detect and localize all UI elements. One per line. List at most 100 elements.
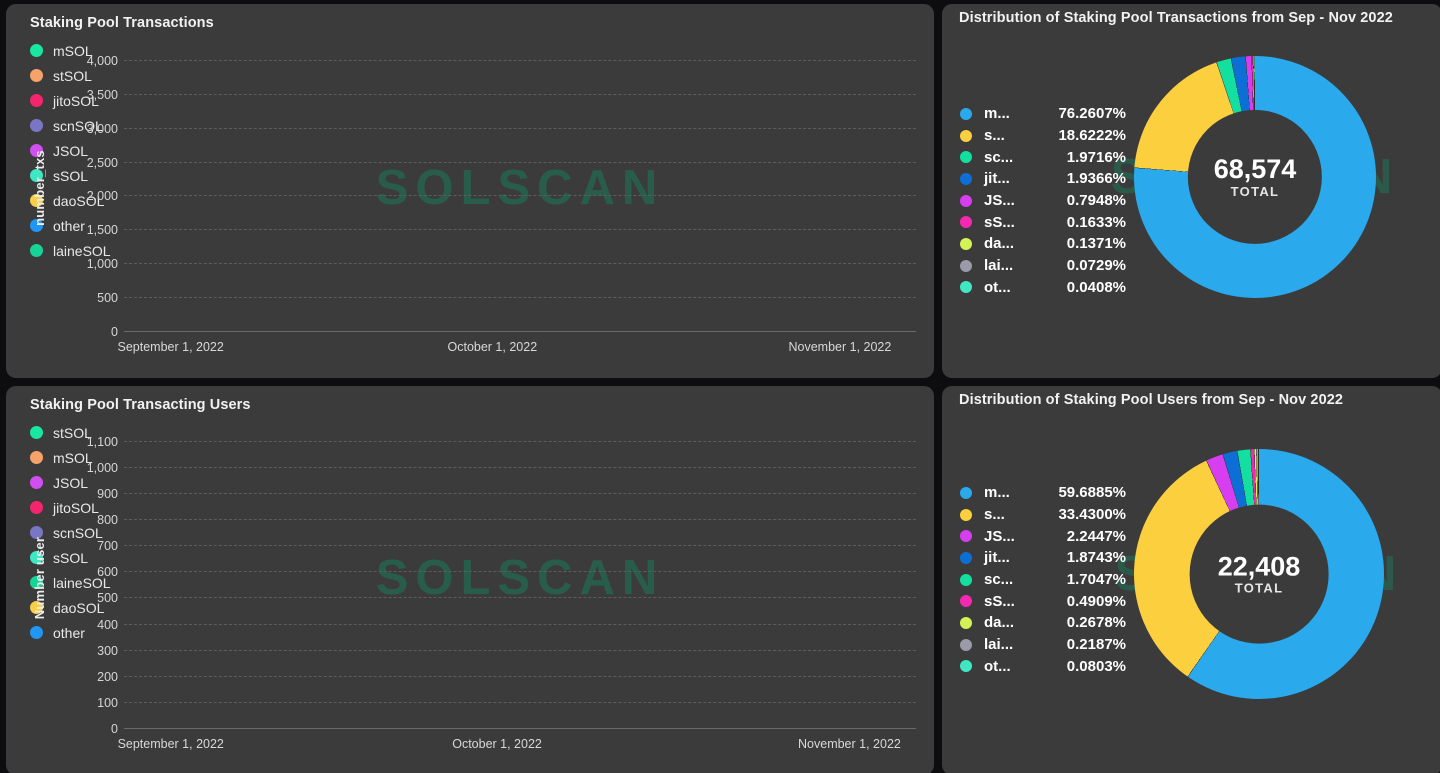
donut-legend-label: sS... [984,213,1015,231]
donut-legend-item[interactable]: lai... 0.0729% [960,255,1126,277]
y-axis-tick-label: 1,100 [86,434,118,449]
donut-total-label: TOTAL [1230,183,1280,199]
x-axis-tick-label: September 1, 2022 [117,737,224,751]
y-axis-tick-label: 2,500 [86,155,118,170]
donut-legend-item[interactable]: m... 76.2607% [960,103,1126,125]
donut-legend-label: sc... [984,148,1014,166]
legend-color-dot-icon [960,107,972,120]
y-axis-tick-label: 500 [97,291,118,306]
y-axis-title: Number user [32,536,47,619]
donut-legend-item[interactable]: da... 0.1371% [960,233,1126,255]
y-axis-tick-label: 500 [97,591,118,606]
y-axis-tick-label: 200 [97,669,118,684]
donut-legend-item[interactable]: ot... 0.0803% [960,656,1126,678]
donut-total-label: TOTAL [1234,580,1284,596]
donut-legend-item[interactable]: sS... 0.1633% [960,211,1126,233]
legend-color-dot-icon [30,44,43,57]
legend-item-label: stSOL [53,67,92,84]
donut-title-transactions: Distribution of Staking Pool Transaction… [959,10,1393,26]
legend-color-dot-icon [30,244,43,257]
donut-legend-item[interactable]: s... 18.6222% [960,125,1126,147]
y-axis-tick-label: 2,000 [86,189,118,204]
donut-legend-label: m... [984,105,1010,123]
donut-legend-label: lai... [984,257,1014,275]
donut-legend-label: jit... [984,549,1010,567]
donut-legend-percent: 0.1633% [1066,213,1126,231]
legend-color-dot-icon [960,638,972,651]
legend-color-dot-icon [960,530,972,543]
donut-legend-label: JS... [984,527,1015,545]
legend-color-dot-icon [30,476,43,489]
donut-legend-percent: 1.9716% [1066,148,1126,166]
y-axis-tick-label: 3,000 [86,121,118,136]
x-axis-tick-label: September 1, 2022 [117,340,224,354]
legend-item-label: other [53,217,85,234]
donut-legend-label: s... [984,127,1005,145]
legend-distribution-transactions: m... 76.2607% s... 18.6222% sc... 1.9716% jit.… [960,103,1126,298]
donut-legend-item[interactable]: lai... 0.2187% [960,634,1126,656]
x-axis-tick-label: November 1, 2022 [788,340,892,354]
donut-chart-transactions[interactable]: 68,574 TOTAL [1134,56,1376,298]
donut-total-value: 68,574 [1213,154,1297,185]
y-axis-tick-label: 100 [97,695,118,710]
donut-legend-item[interactable]: m... 59.6885% [960,482,1126,504]
donut-legend-percent: 0.4909% [1066,592,1126,610]
donut-chart-users[interactable]: 22,408 TOTAL [1134,449,1384,699]
legend-color-dot-icon [960,237,972,250]
legend-item-label: JSOL [53,474,89,491]
donut-legend-item[interactable]: JS... 2.2447% [960,525,1126,547]
y-axis-tick-label: 900 [97,486,118,501]
donut-legend-item[interactable]: s... 33.4300% [960,504,1126,526]
donut-title-users: Distribution of Staking Pool Users from … [959,392,1344,408]
legend-color-dot-icon [30,94,43,107]
panel-staking-pool-transacting-users: Staking Pool Transacting Users stSOL mSOL… [6,386,934,773]
donut-legend-label: sc... [984,571,1014,589]
x-axis-tick-label: October 1, 2022 [452,737,542,751]
plot-area-users: SOLSCAN Number user 0 100 200 300 400 500 600 70… [32,426,916,751]
legend-color-dot-icon [30,119,43,132]
legend-item-label: scnSOL [53,524,103,541]
donut-legend-percent: 18.6222% [1058,127,1126,145]
donut-legend-item[interactable]: sc... 1.9716% [960,146,1126,168]
donut-legend-percent: 0.0408% [1066,278,1126,296]
donut-legend-percent: 33.4300% [1058,506,1126,524]
y-axis-tick-label: 0 [111,722,118,736]
y-axis-tick-label: 1,500 [86,223,118,238]
donut-legend-item[interactable]: jit... 1.9366% [960,168,1126,190]
donut-legend-item[interactable]: jit... 1.8743% [960,547,1126,569]
y-axis-tick-label: 800 [97,513,118,528]
page-title: Staking Pool Transactions [30,15,214,31]
legend-color-dot-icon [960,660,972,673]
donut-legend-item[interactable]: da... 0.2678% [960,612,1126,634]
donut-legend-percent: 1.8743% [1066,549,1126,567]
bar-group [124,44,916,332]
y-axis-tick-label: 600 [97,565,118,580]
legend-color-dot-icon [960,172,972,185]
donut-legend-item[interactable]: ot... 0.0408% [960,277,1126,299]
legend-color-dot-icon [960,151,972,164]
y-axis-tick-label: 400 [97,617,118,632]
donut-legend-item[interactable]: sS... 0.4909% [960,590,1126,612]
donut-legend-percent: 0.0729% [1066,257,1126,275]
legend-color-dot-icon [960,595,972,608]
donut-legend-item[interactable]: JS... 0.7948% [960,190,1126,212]
legend-color-dot-icon [30,501,43,514]
donut-legend-label: ot... [984,657,1011,675]
donut-legend-percent: 0.1371% [1066,235,1126,253]
donut-legend-percent: 0.7948% [1066,192,1126,210]
donut-legend-percent: 0.0803% [1066,657,1126,675]
legend-item-label: laineSOL [53,242,111,259]
donut-center-users: 22,408 TOTAL [1189,504,1329,644]
y-axis-tick-label: 0 [111,325,118,339]
legend-color-dot-icon [960,281,972,294]
y-axis-tick-label: 1,000 [86,257,118,272]
donut-legend-percent: 0.2187% [1066,636,1126,654]
legend-distribution-users: m... 59.6885% s... 33.4300% JS... 2.2447% jit.… [960,482,1126,677]
bar-group [124,426,916,729]
x-axis-tick-label: October 1, 2022 [447,340,538,354]
donut-legend-label: da... [984,614,1015,632]
legend-color-dot-icon [960,573,972,586]
donut-legend-item[interactable]: sc... 1.7047% [960,569,1126,591]
legend-color-dot-icon [960,616,972,629]
legend-color-dot-icon [30,626,43,639]
